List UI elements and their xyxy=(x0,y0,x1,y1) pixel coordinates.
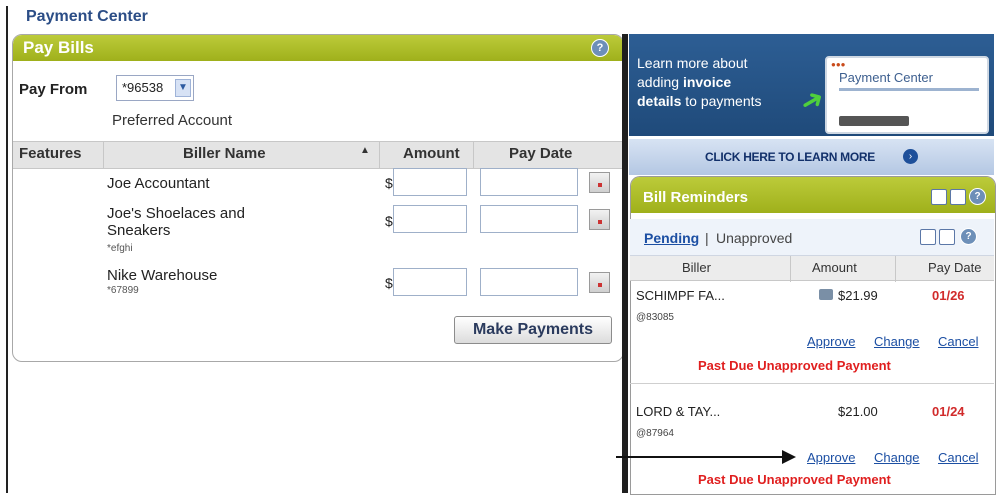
minimize-icon[interactable] xyxy=(920,229,936,245)
promo-line-2-bold: invoice xyxy=(682,74,732,90)
column-divider xyxy=(790,256,791,282)
pay-from-value: *96538 xyxy=(122,80,164,95)
callout-arrow-line xyxy=(616,456,784,458)
filter-unapproved-link[interactable]: Unapproved xyxy=(716,230,792,246)
column-divider xyxy=(103,141,104,169)
pay-from-select[interactable]: *96538 ▼ xyxy=(116,75,194,101)
promo-line-3-bold: details xyxy=(637,93,682,109)
bill-reminders-header: Bill Reminders ? xyxy=(631,177,995,213)
column-divider xyxy=(895,256,896,282)
help-icon[interactable]: ? xyxy=(960,228,977,245)
invoice-icon[interactable] xyxy=(819,289,833,300)
left-border xyxy=(6,6,8,493)
learn-more-banner[interactable]: CLICK HERE TO LEARN MORE › xyxy=(629,138,994,175)
pay-bills-panel: Pay Bills ? Pay From *96538 ▼ Preferred … xyxy=(12,34,624,362)
column-divider xyxy=(473,141,474,169)
callout-arrow-icon xyxy=(782,450,796,464)
page-title: Payment Center xyxy=(26,8,148,25)
pay-bills-header: Pay Bills ? xyxy=(13,35,623,61)
currency-symbol: $ xyxy=(385,275,393,291)
preview-subline xyxy=(839,88,979,91)
change-link[interactable]: Change xyxy=(874,450,920,465)
maximize-icon[interactable] xyxy=(939,229,955,245)
filter-pending-link[interactable]: Pending xyxy=(644,230,699,246)
sort-ascending-icon[interactable]: ▲ xyxy=(360,145,370,156)
past-due-status: Past Due Unapproved Payment xyxy=(698,358,891,373)
promo-preview-image: ●●● Payment Center xyxy=(825,56,989,134)
maximize-icon[interactable] xyxy=(950,189,966,205)
preview-title: Payment Center xyxy=(839,70,933,85)
reminder-pay-date: 01/24 xyxy=(932,404,965,419)
make-payments-button[interactable]: Make Payments xyxy=(454,316,612,344)
help-icon[interactable]: ? xyxy=(591,39,609,57)
pay-date-input[interactable] xyxy=(480,268,578,296)
biller-name: Joe's Shoelaces and Sneakers xyxy=(107,205,245,239)
biller-code: *efghi xyxy=(107,243,133,254)
bill-reminders-title: Bill Reminders xyxy=(643,189,749,206)
column-header-features: Features xyxy=(19,145,82,162)
currency-symbol: $ xyxy=(385,213,393,229)
reminder-biller: SCHIMPF FA... xyxy=(636,288,725,303)
pay-date-input[interactable] xyxy=(480,168,578,196)
pay-bills-title: Pay Bills xyxy=(23,38,94,57)
calendar-icon[interactable] xyxy=(589,209,610,230)
window-dots-icon: ●●● xyxy=(831,60,846,69)
reminders-table-header: Biller Amount Pay Date xyxy=(630,256,994,281)
invoice-details-promo[interactable]: Learn more about adding invoice details … xyxy=(629,34,994,136)
preview-tab xyxy=(839,116,909,126)
column-header-amount: Amount xyxy=(403,145,460,162)
past-due-status: Past Due Unapproved Payment xyxy=(698,472,891,487)
approve-link[interactable]: Approve xyxy=(807,334,855,349)
preferred-account-label: Preferred Account xyxy=(112,112,233,129)
column-header-biller: Biller xyxy=(682,260,711,275)
approve-link[interactable]: Approve xyxy=(807,450,855,465)
row-divider xyxy=(630,383,994,384)
column-divider-bar xyxy=(622,34,628,493)
calendar-icon[interactable] xyxy=(589,272,610,293)
amount-input[interactable] xyxy=(393,205,467,233)
amount-input[interactable] xyxy=(393,168,467,196)
promo-line-3-suffix: to payments xyxy=(681,93,762,109)
currency-symbol: $ xyxy=(385,175,393,191)
biller-name: Nike Warehouse xyxy=(107,267,218,284)
arrow-circle-icon[interactable]: › xyxy=(903,149,918,164)
column-header-amount: Amount xyxy=(812,260,857,275)
reminder-code: @83085 xyxy=(636,312,674,323)
promo-text: Learn more about adding invoice details … xyxy=(637,54,817,111)
filter-separator: | xyxy=(705,230,709,246)
column-header-biller-name[interactable]: Biller Name xyxy=(183,141,266,167)
calendar-icon[interactable] xyxy=(589,172,610,193)
pay-date-input[interactable] xyxy=(480,205,578,233)
column-header-pay-date: Pay Date xyxy=(928,260,982,275)
promo-line-2-prefix: adding xyxy=(637,74,683,90)
learn-more-link[interactable]: CLICK HERE TO LEARN MORE xyxy=(705,150,875,164)
change-link[interactable]: Change xyxy=(874,334,920,349)
biller-code: *67899 xyxy=(107,285,139,296)
column-divider xyxy=(379,141,380,169)
chevron-down-icon[interactable]: ▼ xyxy=(175,79,191,97)
reminder-amount: $21.00 xyxy=(838,404,878,419)
reminder-pay-date: 01/26 xyxy=(932,288,965,303)
reminder-amount: $21.99 xyxy=(838,288,878,303)
biller-name: Joe Accountant xyxy=(107,175,210,192)
filter-bar: Pending | Unapproved ? xyxy=(630,219,994,256)
cancel-link[interactable]: Cancel xyxy=(938,450,978,465)
column-header-pay-date: Pay Date xyxy=(509,145,573,162)
reminder-biller: LORD & TAY... xyxy=(636,404,721,419)
cancel-link[interactable]: Cancel xyxy=(938,334,978,349)
help-icon[interactable]: ? xyxy=(969,188,986,205)
minimize-icon[interactable] xyxy=(931,189,947,205)
pay-from-label: Pay From xyxy=(19,81,88,98)
amount-input[interactable] xyxy=(393,268,467,296)
promo-line-1: Learn more about xyxy=(637,55,748,71)
reminder-code: @87964 xyxy=(636,428,674,439)
